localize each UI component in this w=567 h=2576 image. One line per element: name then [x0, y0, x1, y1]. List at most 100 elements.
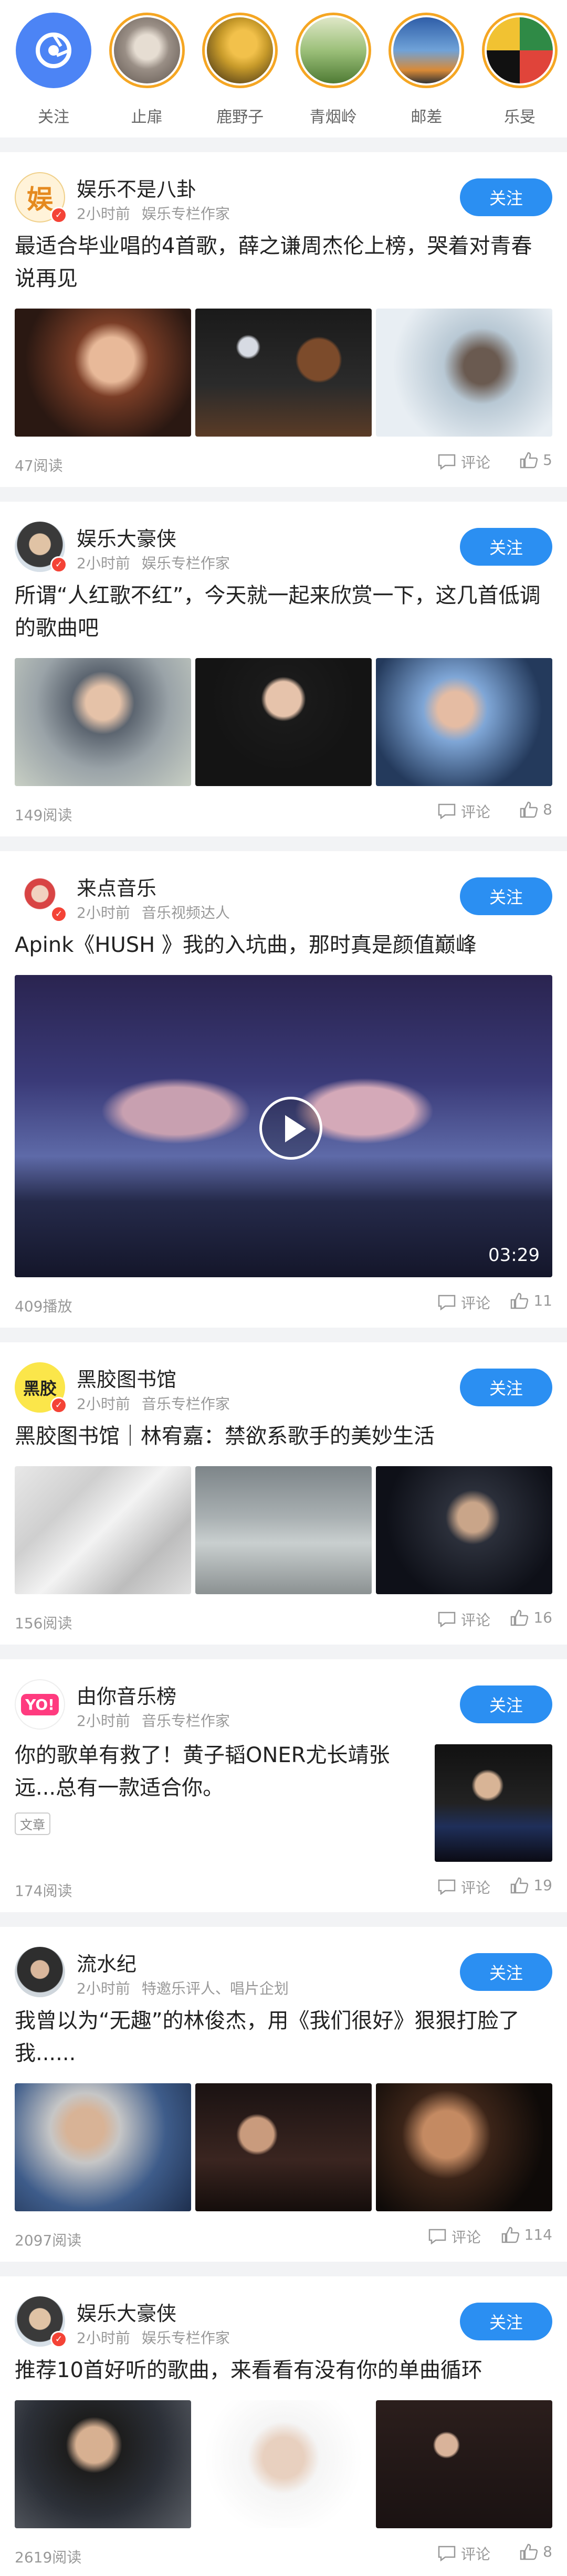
post-image[interactable]	[15, 2400, 191, 2528]
story-name: 关注	[38, 108, 69, 126]
feed-screen: 关注 止扉 鹿野子 青烟岭 邮差 乐旻 娱 ✓ 娱乐不是八卦 2小时前 娱乐专栏…	[0, 0, 567, 2576]
thumbs-up-icon	[501, 2227, 519, 2243]
post-image[interactable]	[195, 309, 372, 437]
post-image[interactable]	[195, 1466, 372, 1594]
comment-button[interactable]: 评论	[438, 801, 490, 822]
logo-text: YO!	[21, 1693, 59, 1715]
like-button[interactable]: 19	[510, 1877, 552, 1894]
author-name[interactable]: 流水纪	[77, 1948, 136, 1977]
read-count: 2619阅读	[15, 2549, 82, 2566]
play-icon[interactable]	[259, 1097, 322, 1160]
post-image[interactable]	[376, 1466, 552, 1594]
feed-card[interactable]: ✓ 娱乐大豪侠 2小时前 娱乐专栏作家 关注 推荐10首好听的歌曲，来看看有没有你…	[0, 2276, 567, 2576]
comment-icon	[438, 1295, 456, 1310]
feed-card[interactable]: 流水纪 2小时前 特邀乐评人、唱片企划 关注 我曾以为“无趣”的林俊杰，用《我们很…	[0, 1927, 567, 2262]
post-image[interactable]	[376, 2400, 552, 2528]
post-title[interactable]: 最适合毕业唱的4首歌，薛之谦周杰伦上榜，哭着对青春说再见	[15, 230, 552, 295]
comment-icon	[428, 2229, 446, 2244]
read-count: 174阅读	[15, 1882, 72, 1900]
thumbs-up-icon	[511, 1877, 529, 1893]
story-avatar	[300, 17, 366, 83]
story-item[interactable]: 鹿野子	[200, 13, 280, 137]
thumbs-up-icon	[511, 1609, 529, 1626]
post-title[interactable]: Apink《HUSH 》我的入坑曲，那时真是颜值巅峰	[15, 929, 552, 961]
author-name[interactable]: 来点音乐	[77, 872, 156, 901]
post-title[interactable]: 我曾以为“无趣”的林俊杰，用《我们很好》狠狠打脸了我......	[15, 2005, 552, 2070]
like-button[interactable]: 11	[510, 1292, 552, 1309]
post-image[interactable]	[15, 1466, 191, 1594]
post-image[interactable]	[15, 309, 191, 437]
post-meta: 2小时前 娱乐专栏作家	[77, 2329, 230, 2347]
author-name[interactable]: 娱乐不是八卦	[77, 173, 196, 202]
feed-card[interactable]: 黑胶 ✓ 黑胶图书馆 2小时前 音乐专栏作家 关注 黑胶图书馆｜林宥嘉：禁欲系歌手…	[0, 1342, 567, 1645]
post-image[interactable]	[15, 2083, 191, 2211]
story-avatar	[486, 17, 553, 83]
story-name: 止扉	[131, 108, 163, 126]
post-image[interactable]	[195, 2400, 372, 2528]
comment-button[interactable]: 评论	[438, 2543, 490, 2564]
comment-icon	[438, 2546, 456, 2561]
like-button[interactable]: 5	[520, 451, 552, 469]
follow-button[interactable]: 关注	[460, 877, 552, 915]
story-avatar	[207, 17, 274, 83]
story-avatar	[393, 17, 460, 83]
post-image[interactable]	[15, 658, 191, 786]
feed-card-article[interactable]: YO! 由你音乐榜 2小时前 音乐专栏作家 关注 你的歌单有救了！黄子韬ONER尤…	[0, 1659, 567, 1912]
feed-card-video[interactable]: ✓ 来点音乐 2小时前 音乐视频达人 关注 Apink《HUSH 》我的入坑曲，那…	[0, 851, 567, 1328]
story-item[interactable]: 乐旻	[480, 13, 560, 137]
video-duration: 03:29	[488, 1245, 540, 1266]
author-avatar[interactable]	[15, 1947, 65, 1997]
follow-button[interactable]: 关注	[460, 528, 552, 566]
comment-icon	[438, 1879, 456, 1895]
like-button[interactable]: 8	[520, 2543, 552, 2560]
read-count: 156阅读	[15, 1615, 72, 1632]
article-tag: 文章	[15, 1812, 50, 1835]
post-image[interactable]	[195, 2083, 372, 2211]
post-thumbnail[interactable]	[435, 1744, 552, 1862]
like-button[interactable]: 8	[520, 801, 552, 818]
comment-icon	[438, 803, 456, 819]
follow-button[interactable]: 关注	[460, 1685, 552, 1723]
post-title[interactable]: 所谓“人红歌不红”，今天就一起来欣赏一下，这几首低调的歌曲吧	[15, 579, 552, 644]
author-avatar[interactable]: YO!	[15, 1679, 65, 1730]
comment-button[interactable]: 评论	[438, 1292, 490, 1313]
comment-icon	[438, 1612, 456, 1627]
comment-button[interactable]: 评论	[438, 1877, 490, 1897]
story-item[interactable]: 青烟岭	[293, 13, 373, 137]
feed-card[interactable]: ✓ 娱乐大豪侠 2小时前 娱乐专栏作家 关注 所谓“人红歌不红”，今天就一起来欣赏…	[0, 502, 567, 836]
video-player[interactable]: 03:29	[15, 975, 552, 1277]
author-name[interactable]: 娱乐大豪侠	[77, 2297, 176, 2326]
post-image[interactable]	[376, 2083, 552, 2211]
story-name: 乐旻	[503, 108, 536, 126]
author-name[interactable]: 娱乐大豪侠	[77, 523, 176, 552]
story-follow[interactable]: 关注	[14, 13, 93, 137]
comment-button[interactable]: 评论	[428, 2226, 481, 2247]
story-item[interactable]: 止扉	[107, 13, 187, 137]
stories-row: 关注 止扉 鹿野子 青烟岭 邮差 乐旻	[0, 0, 567, 137]
read-count: 2097阅读	[15, 2232, 82, 2249]
follow-button[interactable]: 关注	[460, 1953, 552, 1991]
story-name: 鹿野子	[216, 108, 264, 126]
post-meta: 2小时前 特邀乐评人、唱片企划	[77, 1980, 289, 1997]
post-meta: 2小时前 娱乐专栏作家	[77, 205, 230, 222]
like-button[interactable]: 114	[501, 2226, 552, 2243]
post-meta: 2小时前 音乐专栏作家	[77, 1712, 230, 1730]
post-image[interactable]	[195, 658, 372, 786]
feed-card[interactable]: 娱 ✓ 娱乐不是八卦 2小时前 娱乐专栏作家 关注 最适合毕业唱的4首歌，薛之谦周…	[0, 152, 567, 487]
post-title[interactable]: 黑胶图书馆｜林宥嘉：禁欲系歌手的美妙生活	[15, 1420, 552, 1453]
comment-button[interactable]: 评论	[438, 1609, 490, 1630]
author-name[interactable]: 由你音乐榜	[77, 1680, 176, 1709]
post-image[interactable]	[376, 309, 552, 437]
post-image[interactable]	[376, 658, 552, 786]
logo-text: 娱	[27, 184, 53, 215]
follow-button[interactable]: 关注	[460, 178, 552, 216]
play-count: 409播放	[15, 1298, 72, 1315]
comment-button[interactable]: 评论	[438, 451, 490, 472]
post-title[interactable]: 推荐10首好听的歌曲，来看看有没有你的单曲循环	[15, 2354, 552, 2387]
follow-button[interactable]: 关注	[460, 2303, 552, 2340]
like-button[interactable]: 16	[510, 1609, 552, 1626]
story-item[interactable]: 邮差	[386, 13, 466, 137]
author-name[interactable]: 黑胶图书馆	[77, 1363, 176, 1392]
follow-button[interactable]: 关注	[460, 1369, 552, 1406]
post-title[interactable]: 你的歌单有救了！黄子韬ONER尤长靖张远...总有一款适合你。	[15, 1739, 398, 1804]
